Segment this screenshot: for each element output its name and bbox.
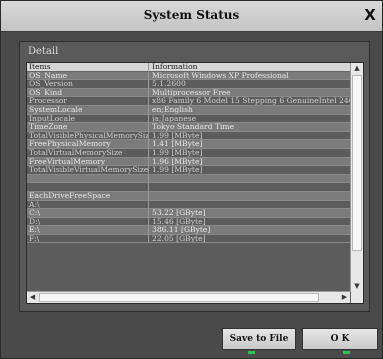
item-cell: EachDriveFreeSpace <box>27 191 149 201</box>
status-table[interactable]: Items Information OS_Name Microsoft Windo… <box>26 62 364 304</box>
information-cell: Multiprocessor Free <box>149 88 350 98</box>
information-cell: 1.99 [MByte] <box>149 132 350 141</box>
item-cell: TotalVirtualMemorySize <box>27 148 149 158</box>
scrollbar-corner <box>351 292 363 303</box>
table-header-row: Items Information <box>27 63 350 72</box>
information-cell: 15.46 [GByte] <box>149 218 350 227</box>
item-cell: OS_Kind <box>27 88 149 98</box>
information-cell: 1.99 [MByte] <box>149 149 350 158</box>
information-cell: 5.1.2600 <box>149 80 350 89</box>
scroll-right-arrow-icon[interactable]: ▶ <box>339 292 350 303</box>
item-cell: C:\ <box>27 209 149 218</box>
vertical-scrollbar[interactable]: ▲ ▼ <box>350 63 363 292</box>
detail-panel-label: Detail <box>28 46 59 57</box>
column-header-items[interactable]: Items <box>27 63 149 72</box>
green-marker <box>248 351 255 354</box>
table-row[interactable] <box>27 183 350 192</box>
table-row[interactable]: EachDriveFreeSpace <box>27 191 350 201</box>
information-cell: 1.99 [MByte] <box>149 166 350 175</box>
column-header-information[interactable]: Information <box>149 63 350 72</box>
scroll-down-arrow-icon[interactable]: ▼ <box>351 281 363 292</box>
table-row[interactable]: FreeVirtualMemory 1.96 [MByte] <box>27 157 350 167</box>
item-cell: F:\ <box>27 234 149 244</box>
table-row[interactable]: Processor x86 Family 6 Model 15 Stepping … <box>27 97 350 106</box>
table-row[interactable]: C:\ 53.22 [GByte] <box>27 209 350 218</box>
information-cell <box>149 183 350 192</box>
scroll-left-arrow-icon[interactable]: ◀ <box>27 292 38 303</box>
table-row[interactable] <box>27 174 350 184</box>
information-cell: 53.22 [GByte] <box>149 209 350 218</box>
save-to-file-button[interactable]: Save to File <box>222 328 296 350</box>
table-row[interactable]: SystemLocale en;English <box>27 105 350 115</box>
table-row[interactable]: TotalVisiblePhysicalMemorySize 1.99 [MByt… <box>27 131 350 141</box>
item-cell: SystemLocale <box>27 105 149 115</box>
ok-button[interactable]: O K <box>302 328 378 350</box>
horizontal-scroll-thumb[interactable] <box>39 293 319 302</box>
information-cell: ja;Japanese <box>149 115 350 124</box>
scroll-up-arrow-icon[interactable]: ▲ <box>351 63 363 74</box>
item-cell: E:\ <box>27 226 149 235</box>
vertical-scroll-thumb[interactable] <box>352 75 362 251</box>
table-row[interactable]: D:\ 15.46 [GByte] <box>27 217 350 227</box>
detail-panel: Detail Items Information OS_Name Microsof… <box>19 41 370 312</box>
item-cell: TimeZone <box>27 123 149 132</box>
table-grid: Items Information OS_Name Microsoft Windo… <box>27 63 350 292</box>
information-cell: Tokyo Standard Time <box>149 123 350 132</box>
information-cell: 1.41 [MByte] <box>149 140 350 149</box>
item-cell: OS_Version <box>27 80 149 89</box>
table-row[interactable]: TotalVirtualMemorySize 1.99 [MByte] <box>27 148 350 158</box>
system-status-dialog: System Status X Detail Items Information… <box>0 0 383 359</box>
item-cell <box>27 183 149 192</box>
item-cell: A:\ <box>27 200 149 210</box>
green-marker <box>343 351 350 354</box>
table-row[interactable]: InputLocale ja;Japanese <box>27 114 350 124</box>
item-cell <box>27 174 149 184</box>
close-button[interactable]: X <box>363 7 377 23</box>
item-cell: D:\ <box>27 217 149 227</box>
item-cell: Processor <box>27 97 149 106</box>
dialog-title: System Status <box>143 8 240 22</box>
information-cell: Microsoft Windows XP Professional <box>149 71 350 81</box>
information-cell: 1.96 [MByte] <box>149 157 350 167</box>
item-cell: FreePhysicalMemory <box>27 140 149 149</box>
information-cell: en;English <box>149 105 350 115</box>
information-cell: 386.11 [GByte] <box>149 226 350 235</box>
title-bar[interactable]: System Status X <box>1 1 382 32</box>
information-cell <box>149 201 350 210</box>
table-row[interactable]: TotalVisibleVirtualMemorySize 1.99 [MByte… <box>27 166 350 175</box>
table-row[interactable]: E:\ 386.11 [GByte] <box>27 226 350 235</box>
table-row[interactable]: A:\ <box>27 200 350 210</box>
information-cell <box>149 174 350 184</box>
table-row[interactable]: OS_Kind Multiprocessor Free <box>27 88 350 98</box>
horizontal-scrollbar[interactable]: ◀ ▶ <box>27 291 350 303</box>
item-cell: TotalVisibleVirtualMemorySize <box>27 166 149 175</box>
item-cell: TotalVisiblePhysicalMemorySize <box>27 131 149 141</box>
table-row[interactable]: OS_Name Microsoft Windows XP Professional <box>27 71 350 81</box>
information-cell <box>149 191 350 201</box>
information-cell: 22.05 [GByte] <box>149 235 350 244</box>
information-cell: x86 Family 6 Model 15 Stepping 6 Genuine… <box>149 97 350 106</box>
item-cell: FreeVirtualMemory <box>27 157 149 167</box>
table-row[interactable]: OS_Version 5.1.2600 <box>27 80 350 89</box>
item-cell: InputLocale <box>27 114 149 124</box>
table-row[interactable]: F:\ 22.05 [GByte] <box>27 234 350 244</box>
table-row[interactable]: TimeZone Tokyo Standard Time <box>27 123 350 132</box>
table-row[interactable]: FreePhysicalMemory 1.41 [MByte] <box>27 140 350 149</box>
item-cell: OS_Name <box>27 71 149 81</box>
